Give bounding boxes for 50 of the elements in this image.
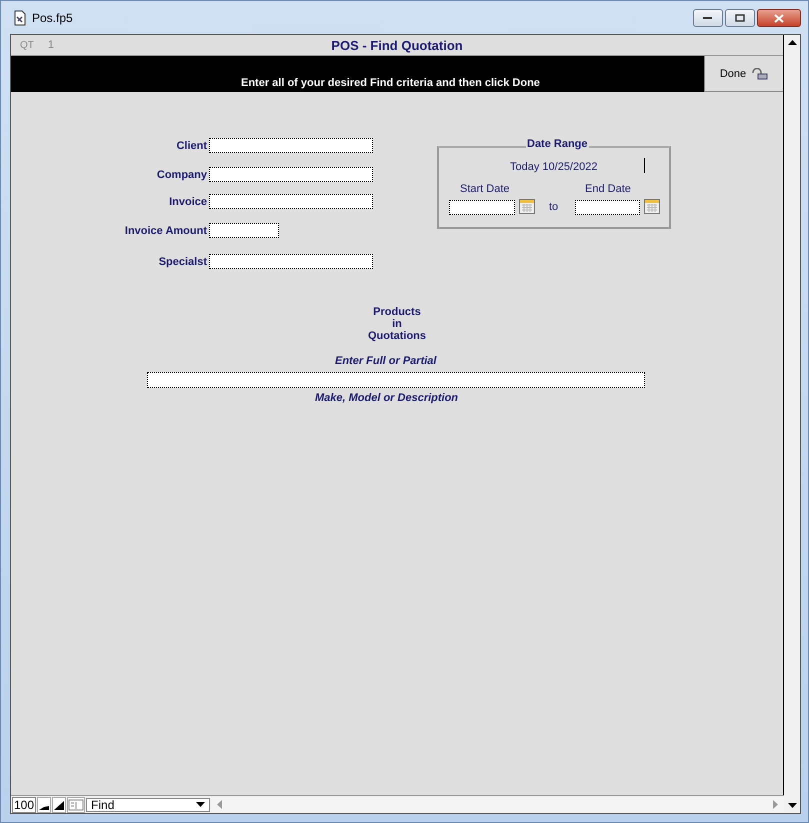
text-cursor (644, 158, 645, 173)
horizontal-scrollbar[interactable] (211, 797, 784, 812)
close-button[interactable] (757, 9, 801, 27)
done-button[interactable]: Done (704, 56, 783, 92)
zoom-out-icon[interactable] (37, 796, 52, 812)
scroll-right-icon[interactable] (772, 800, 778, 809)
instruction-text: Enter all of your desired Find criteria and then click Done (241, 77, 540, 89)
input-field[interactable] (209, 254, 373, 269)
section-heading: in (392, 318, 402, 330)
document-icon (12, 10, 28, 26)
mode-dropdown[interactable]: Find (86, 798, 210, 812)
product-search-field[interactable] (147, 372, 645, 388)
hint-text: Make, Model or Description (315, 392, 458, 404)
to-text: to (549, 201, 558, 213)
date-range-title: Date Range (526, 138, 589, 150)
record-code: QT (20, 40, 34, 50)
field-label: Specialst (158, 255, 207, 269)
calendar-icon[interactable] (519, 199, 535, 214)
hint-text: Enter Full or Partial (335, 355, 436, 367)
start-date-label: Start Date (460, 183, 510, 195)
field-label: Invoice (169, 195, 207, 209)
input-field[interactable] (209, 167, 373, 182)
minimize-icon (703, 16, 713, 20)
end-date-field[interactable] (575, 200, 640, 215)
calendar-icon[interactable] (644, 199, 660, 214)
dropdown-arrow-icon (196, 802, 206, 807)
maximize-icon (735, 14, 745, 22)
scroll-down-icon[interactable] (788, 803, 796, 808)
field-label: Invoice Amount (124, 224, 207, 238)
input-field[interactable] (209, 138, 373, 153)
zoom-in-icon[interactable] (52, 796, 66, 812)
section-heading: Quotations (368, 330, 426, 342)
zoom-level[interactable]: 100 (12, 796, 36, 812)
window-title: Pos.fp5 (32, 10, 73, 24)
close-icon (774, 14, 784, 22)
scroll-left-icon[interactable] (217, 800, 224, 809)
scroll-up-icon[interactable] (788, 40, 796, 45)
input-field[interactable] (209, 223, 279, 238)
field-label: Client (176, 139, 207, 153)
field-label: Company (156, 168, 207, 182)
maximize-button[interactable] (725, 9, 755, 27)
layout-title: POS - Find Quotation (331, 38, 463, 52)
end-date-label: End Date (585, 183, 631, 195)
record-number: 1 (48, 39, 54, 51)
today-date: Today 10/25/2022 (510, 161, 598, 173)
minimize-button[interactable] (693, 9, 723, 27)
input-field[interactable] (209, 194, 373, 209)
section-heading: Products (373, 306, 421, 318)
vertical-scrollbar[interactable] (784, 35, 800, 813)
start-date-field[interactable] (449, 200, 515, 215)
